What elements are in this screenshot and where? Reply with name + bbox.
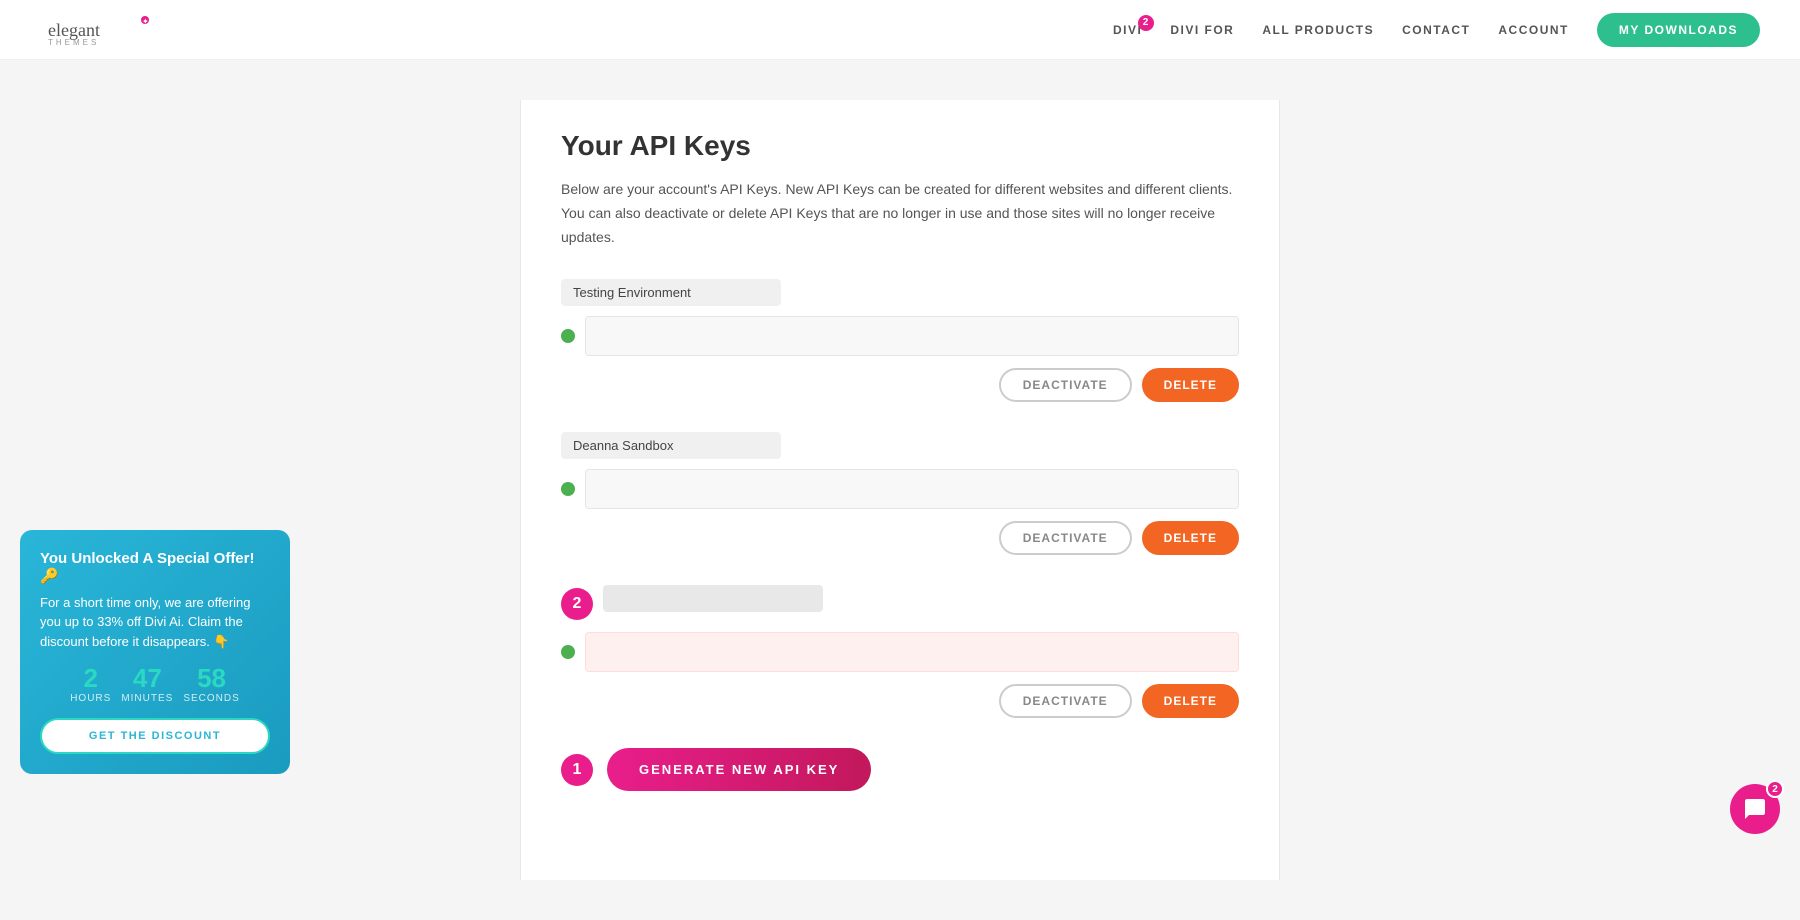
api-key-row-1 xyxy=(561,316,1239,356)
seconds-value: 58 xyxy=(183,665,239,691)
svg-text:✦: ✦ xyxy=(142,17,149,26)
api-name-input-2[interactable] xyxy=(561,432,781,459)
nav-divi-for[interactable]: DIVI FOR xyxy=(1170,23,1234,37)
logo-svg: elegant THEMES ✦ xyxy=(40,12,160,48)
hours-value: 2 xyxy=(70,665,111,691)
generate-row: 1 GENERATE NEW API KEY xyxy=(561,748,1239,791)
countdown-seconds: 58 SECONDS xyxy=(183,665,239,704)
api-name-input-3[interactable] xyxy=(603,585,823,612)
status-dot-2 xyxy=(561,482,575,496)
chat-bubble[interactable]: 2 xyxy=(1730,784,1780,834)
api-key-field-3[interactable] xyxy=(585,632,1239,672)
minutes-value: 47 xyxy=(121,665,173,691)
api-key-field-1[interactable] xyxy=(585,316,1239,356)
minutes-label: MINUTES xyxy=(121,693,173,704)
delete-button-1[interactable]: DELETE xyxy=(1142,368,1239,402)
deactivate-button-2[interactable]: DEACTIVATE xyxy=(999,521,1132,555)
api-entry-2: DEACTIVATE DELETE xyxy=(561,432,1239,555)
nav-divi[interactable]: DIVI 2 xyxy=(1113,23,1142,37)
api-name-input-1[interactable] xyxy=(561,279,781,306)
content-area: Your API Keys Below are your account's A… xyxy=(520,100,1280,880)
deactivate-button-3[interactable]: DEACTIVATE xyxy=(999,684,1132,718)
api-key-field-2[interactable] xyxy=(585,469,1239,509)
countdown: 2 HOURS 47 MINUTES 58 SECONDS xyxy=(40,665,270,704)
my-downloads-button[interactable]: MY DOWNLOADS xyxy=(1597,13,1760,47)
countdown-minutes: 47 MINUTES xyxy=(121,665,173,704)
api-entry-3: 2 DEACTIVATE DELETE xyxy=(561,585,1239,718)
svg-text:THEMES: THEMES xyxy=(48,38,99,47)
nav-all-products[interactable]: ALL PRODUCTS xyxy=(1262,23,1374,37)
offer-popup: You Unlocked A Special Offer! 🔑 For a sh… xyxy=(20,530,290,775)
main-wrapper: Your API Keys Below are your account's A… xyxy=(0,60,1800,920)
entry-badge-2: 2 xyxy=(561,588,593,620)
countdown-hours: 2 HOURS xyxy=(70,665,111,704)
api-key-row-2 xyxy=(561,469,1239,509)
nav-contact[interactable]: CONTACT xyxy=(1402,23,1470,37)
page-title: Your API Keys xyxy=(561,130,1239,162)
main-nav: DIVI 2 DIVI FOR ALL PRODUCTS CONTACT ACC… xyxy=(1113,13,1760,47)
discount-button[interactable]: GET THE DISCOUNT xyxy=(40,718,270,754)
api-actions-1: DEACTIVATE DELETE xyxy=(561,368,1239,402)
delete-button-2[interactable]: DELETE xyxy=(1142,521,1239,555)
divi-badge: 2 xyxy=(1138,15,1154,31)
seconds-label: SECONDS xyxy=(183,693,239,704)
svg-text:elegant: elegant xyxy=(48,20,100,40)
generate-api-key-button[interactable]: GENERATE NEW API KEY xyxy=(607,748,871,791)
hours-label: HOURS xyxy=(70,693,111,704)
status-dot-1 xyxy=(561,329,575,343)
chat-badge: 2 xyxy=(1766,780,1784,798)
status-dot-3 xyxy=(561,645,575,659)
generate-badge: 1 xyxy=(561,754,593,786)
logo[interactable]: elegant THEMES ✦ xyxy=(40,12,160,48)
api-entry-1: DEACTIVATE DELETE xyxy=(561,279,1239,402)
site-header: elegant THEMES ✦ DIVI 2 DIVI FOR ALL PRO… xyxy=(0,0,1800,60)
chat-icon xyxy=(1743,797,1767,821)
offer-body: For a short time only, we are offering y… xyxy=(40,593,270,652)
api-actions-3: DEACTIVATE DELETE xyxy=(561,684,1239,718)
deactivate-button-1[interactable]: DEACTIVATE xyxy=(999,368,1132,402)
offer-title: You Unlocked A Special Offer! 🔑 xyxy=(40,550,270,585)
page-description: Below are your account's API Keys. New A… xyxy=(561,178,1239,249)
api-key-row-3 xyxy=(561,632,1239,672)
nav-account[interactable]: ACCOUNT xyxy=(1498,23,1569,37)
delete-button-3[interactable]: DELETE xyxy=(1142,684,1239,718)
api-actions-2: DEACTIVATE DELETE xyxy=(561,521,1239,555)
